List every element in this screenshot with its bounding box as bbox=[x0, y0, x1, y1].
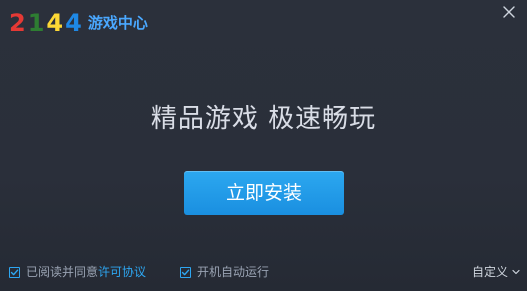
logo-digit-4: 4 bbox=[65, 9, 82, 37]
autostart-option: 开机自动运行 bbox=[180, 263, 269, 281]
custom-install-label: 自定义 bbox=[471, 265, 508, 279]
close-icon bbox=[501, 4, 517, 20]
title-bar: 2 1 4 4 游戏中心 bbox=[0, 0, 527, 48]
license-agreement-label: 已阅读并同意 bbox=[26, 265, 99, 279]
logo-digit-1: 2 bbox=[9, 9, 26, 37]
chevron-down-icon bbox=[512, 268, 520, 276]
license-agreement-checkbox[interactable] bbox=[9, 266, 20, 278]
close-button[interactable] bbox=[501, 4, 517, 20]
license-agreement-link[interactable]: 许可协议 bbox=[98, 263, 146, 281]
logo-digit-3: 4 bbox=[46, 9, 63, 37]
install-button[interactable]: 立即安装 bbox=[184, 171, 344, 215]
checkmark-icon bbox=[10, 268, 19, 277]
logo-digits: 2 1 4 4 bbox=[8, 9, 82, 37]
installer-window: 2 1 4 4 游戏中心 精品游戏 极速畅玩 立即安装 已阅读并同意 许可协议 … bbox=[0, 0, 527, 291]
license-agreement-option: 已阅读并同意 许可协议 bbox=[9, 263, 146, 281]
page-title: 精品游戏 极速畅玩 bbox=[150, 104, 377, 134]
custom-install-button[interactable]: 自定义 bbox=[472, 263, 520, 281]
autostart-label: 开机自动运行 bbox=[197, 265, 270, 279]
brand-logo: 2 1 4 4 游戏中心 bbox=[8, 9, 148, 37]
brand-name: 游戏中心 bbox=[87, 14, 148, 32]
logo-digit-2: 1 bbox=[27, 9, 45, 37]
checkmark-icon bbox=[181, 268, 190, 277]
autostart-checkbox[interactable] bbox=[180, 266, 191, 278]
footer-bar: 已阅读并同意 许可协议 开机自动运行 自定义 bbox=[0, 263, 527, 281]
